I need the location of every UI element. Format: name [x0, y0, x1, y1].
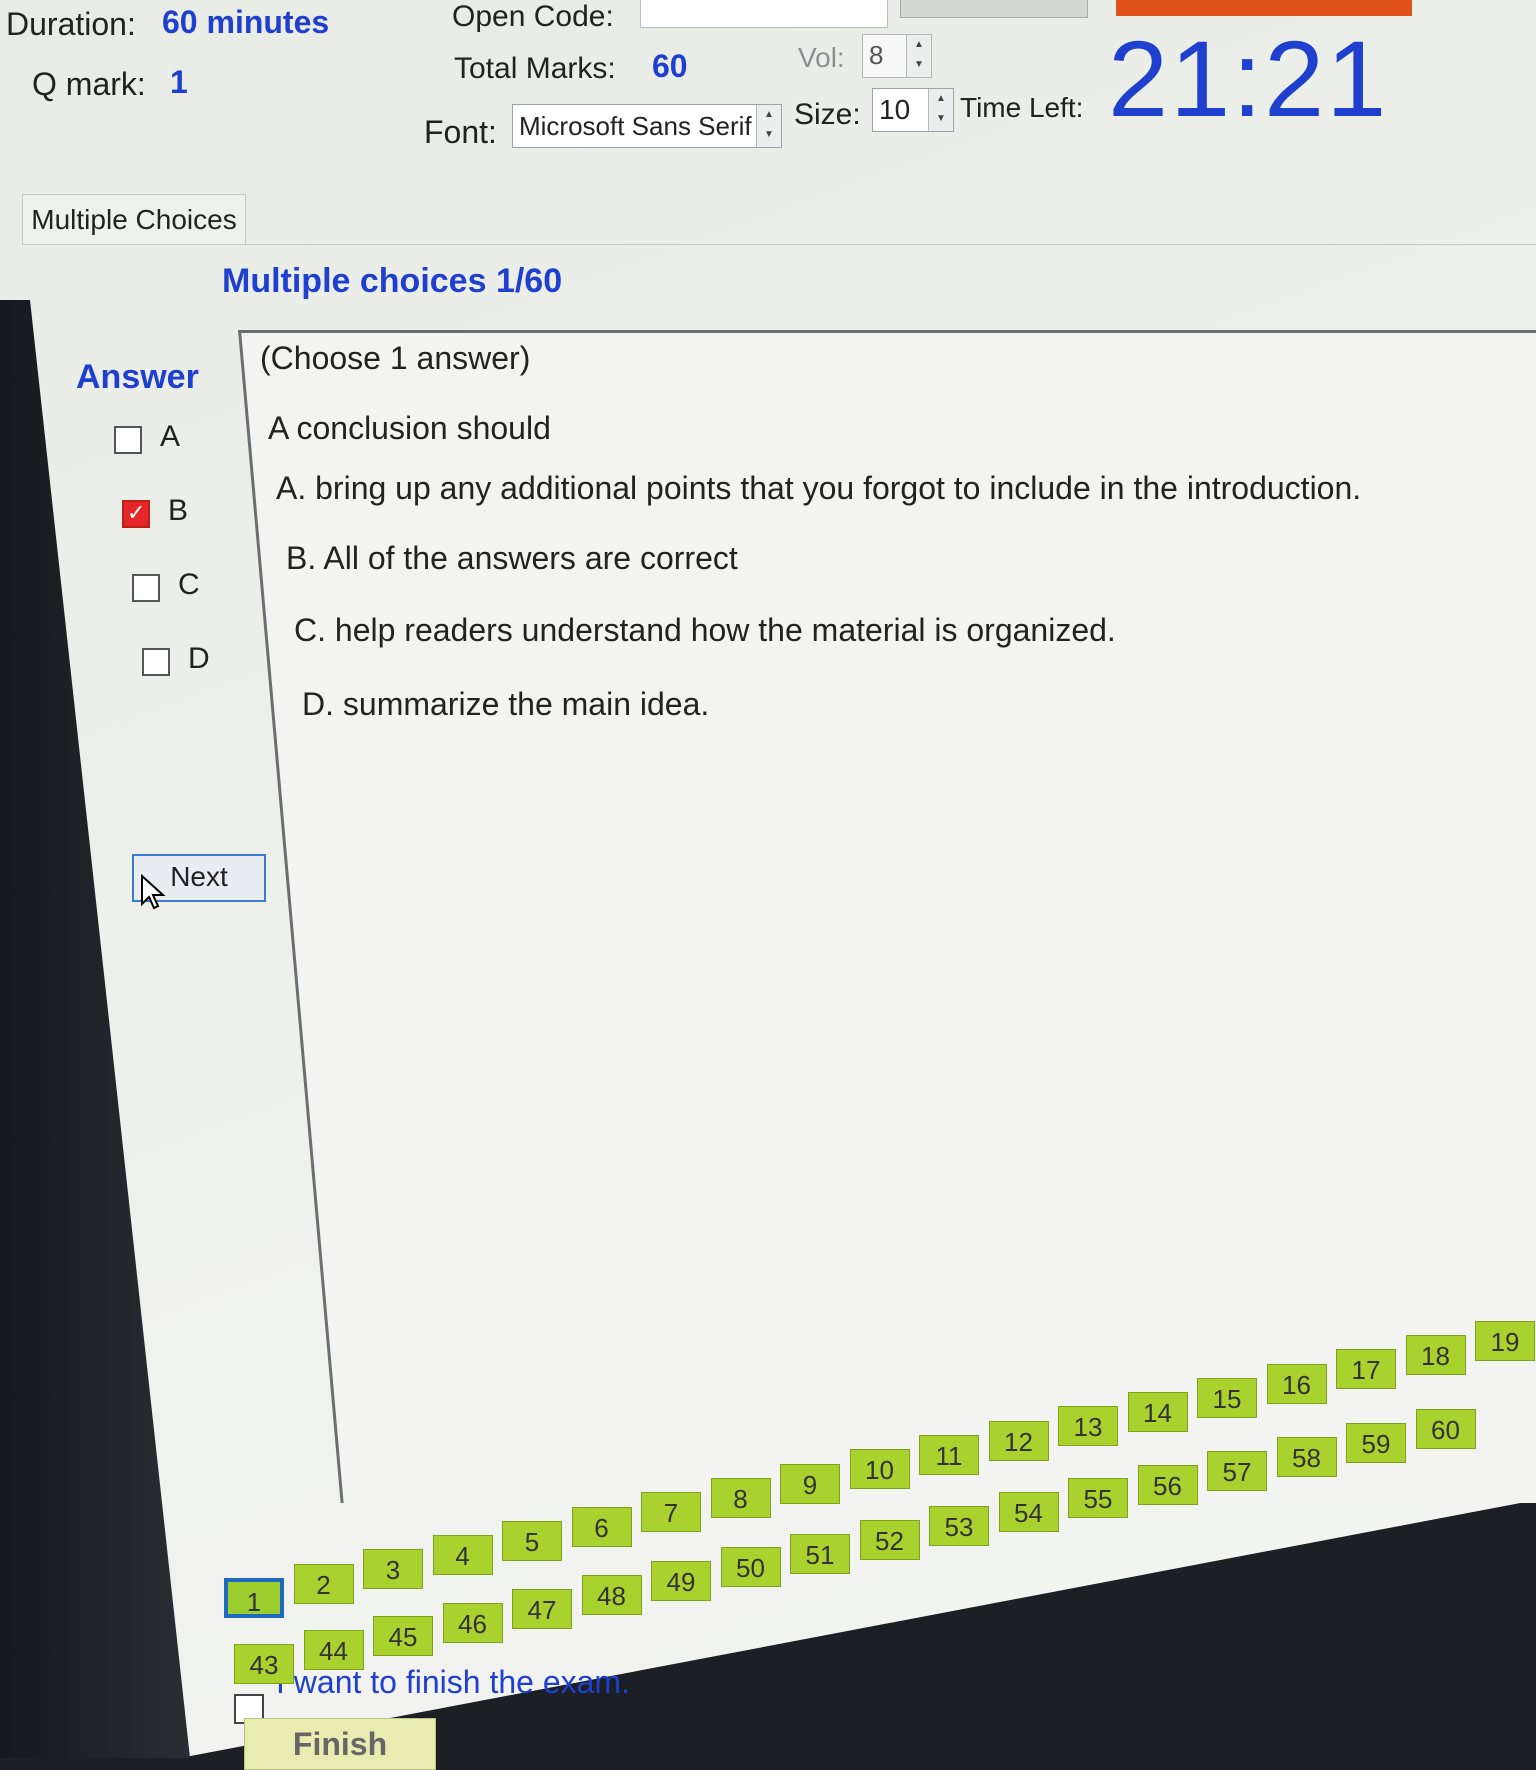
spin-up-icon[interactable]: ▲ [757, 105, 781, 125]
show-question-button[interactable] [900, 0, 1088, 18]
size-stepper[interactable]: 10 ▲ ▼ [872, 88, 954, 132]
question-nav-button[interactable]: 45 [373, 1616, 433, 1657]
size-value: 10 [879, 94, 911, 125]
question-nav-button[interactable]: 43 [234, 1644, 294, 1684]
question-nav-button[interactable]: 7 [641, 1492, 701, 1533]
spin-up-icon[interactable]: ▲ [907, 35, 931, 55]
question-nav-button[interactable]: 58 [1276, 1437, 1337, 1477]
finish-button[interactable]: Finish [244, 1718, 436, 1770]
option-letter: B. [286, 540, 317, 576]
open-code-field[interactable] [640, 0, 888, 28]
question-nav-button[interactable]: 13 [1058, 1406, 1118, 1447]
question-nav-button[interactable]: 11 [919, 1435, 979, 1475]
time-left-label: Time Left: [960, 92, 1084, 123]
vol-label: Vol: [798, 42, 845, 73]
answer-checkbox-a[interactable] [114, 426, 142, 454]
spin-up-icon[interactable]: ▲ [929, 89, 953, 109]
question-nav-button[interactable]: 16 [1266, 1363, 1327, 1404]
question-nav-button[interactable]: 1 [224, 1578, 284, 1618]
vol-value: 8 [869, 40, 884, 70]
option-d: D. summarize the main idea. [302, 686, 709, 723]
question-nav-button[interactable]: 59 [1346, 1423, 1406, 1464]
question-nav-button[interactable]: 48 [581, 1575, 642, 1615]
question-nav-button[interactable]: 51 [790, 1533, 850, 1574]
duration-value: 60 minutes [162, 4, 330, 40]
answer-label-a: A [160, 420, 181, 453]
question-nav-button[interactable]: 3 [363, 1549, 423, 1590]
question-instruction: (Choose 1 answer) [260, 340, 531, 376]
question-nav-button[interactable]: 55 [1068, 1478, 1128, 1519]
question-nav-button[interactable]: 47 [512, 1588, 572, 1629]
question-nav-button[interactable]: 2 [293, 1563, 354, 1604]
question-nav-button[interactable]: 50 [720, 1547, 781, 1588]
question-nav-button[interactable]: 57 [1207, 1450, 1267, 1491]
answer-label-d: D [188, 642, 210, 675]
option-c: C. help readers understand how the mater… [294, 612, 1116, 649]
status-bar-orange [1116, 0, 1412, 16]
option-text: All of the answers are correct [323, 540, 738, 576]
size-spin-buttons[interactable]: ▲ ▼ [928, 89, 953, 131]
question-nav-button[interactable]: 46 [442, 1602, 503, 1643]
q-mark-label: Q mark: [32, 66, 146, 102]
option-letter: D. [302, 686, 334, 722]
answer-heading: Answer [76, 358, 199, 396]
total-marks-value: 60 [652, 48, 688, 84]
question-stem: A conclusion should [268, 410, 551, 446]
spin-down-icon[interactable]: ▼ [757, 125, 781, 145]
font-label: Font: [424, 114, 497, 150]
question-nav-button[interactable]: 17 [1336, 1349, 1396, 1390]
open-code-label: Open Code: [452, 0, 614, 33]
spin-down-icon[interactable]: ▼ [907, 55, 931, 75]
question-nav-button[interactable]: 15 [1197, 1377, 1257, 1418]
question-nav-button[interactable]: 53 [929, 1506, 989, 1546]
question-nav-button[interactable]: 9 [780, 1463, 840, 1504]
question-nav-button[interactable]: 12 [988, 1420, 1049, 1461]
question-nav-button[interactable]: 18 [1405, 1334, 1466, 1375]
question-nav-button[interactable]: 52 [859, 1519, 920, 1560]
option-text: summarize the main idea. [342, 686, 710, 722]
answer-label-c: C [178, 568, 200, 601]
option-a: A. bring up any additional points that y… [276, 470, 1361, 507]
question-nav-button[interactable]: 44 [303, 1630, 364, 1671]
question-nav-button[interactable]: 60 [1415, 1409, 1476, 1450]
option-letter: A. [276, 470, 307, 506]
question-nav-button[interactable]: 4 [432, 1535, 493, 1576]
question-title: Multiple choices 1/60 [222, 262, 563, 300]
answer-checkbox-d[interactable] [142, 648, 170, 676]
countdown-timer: 21:21 [1108, 18, 1389, 139]
option-text: help readers understand how the material… [334, 612, 1116, 648]
question-nav-button[interactable]: 5 [502, 1520, 562, 1561]
question-nav-button[interactable]: 19 [1475, 1320, 1535, 1361]
tab-multiple-choices[interactable]: Multiple Choices [22, 194, 246, 245]
answer-label-b: B [168, 494, 189, 527]
font-value: Microsoft Sans Serif [519, 111, 752, 141]
answer-checkbox-c[interactable] [132, 574, 160, 602]
font-selector[interactable]: Microsoft Sans Serif ▲ ▼ [512, 104, 782, 148]
mouse-cursor-icon [141, 874, 166, 910]
vol-stepper[interactable]: 8 ▲ ▼ [862, 34, 932, 78]
font-spin-buttons[interactable]: ▲ ▼ [756, 105, 781, 147]
option-letter: C. [294, 612, 326, 648]
option-text: bring up any additional points that you … [315, 470, 1362, 506]
total-marks-label: Total Marks: [454, 52, 616, 85]
q-mark-value: 1 [170, 64, 188, 100]
question-nav-button[interactable]: 56 [1137, 1464, 1198, 1505]
question-nav-button[interactable]: 10 [849, 1449, 910, 1490]
spin-down-icon[interactable]: ▼ [929, 109, 953, 129]
question-nav-button[interactable]: 49 [651, 1561, 711, 1602]
question-nav-button[interactable]: 54 [998, 1492, 1059, 1533]
question-nav-button[interactable]: 8 [710, 1477, 771, 1518]
size-label: Size: [794, 98, 861, 131]
vol-spin-buttons[interactable]: ▲ ▼ [906, 35, 931, 77]
option-b: B. All of the answers are correct [286, 540, 738, 577]
question-nav-button[interactable]: 6 [571, 1506, 632, 1547]
answer-checkbox-b[interactable] [122, 500, 150, 528]
question-nav-button[interactable]: 14 [1127, 1392, 1188, 1433]
duration-label: Duration: [6, 6, 136, 42]
